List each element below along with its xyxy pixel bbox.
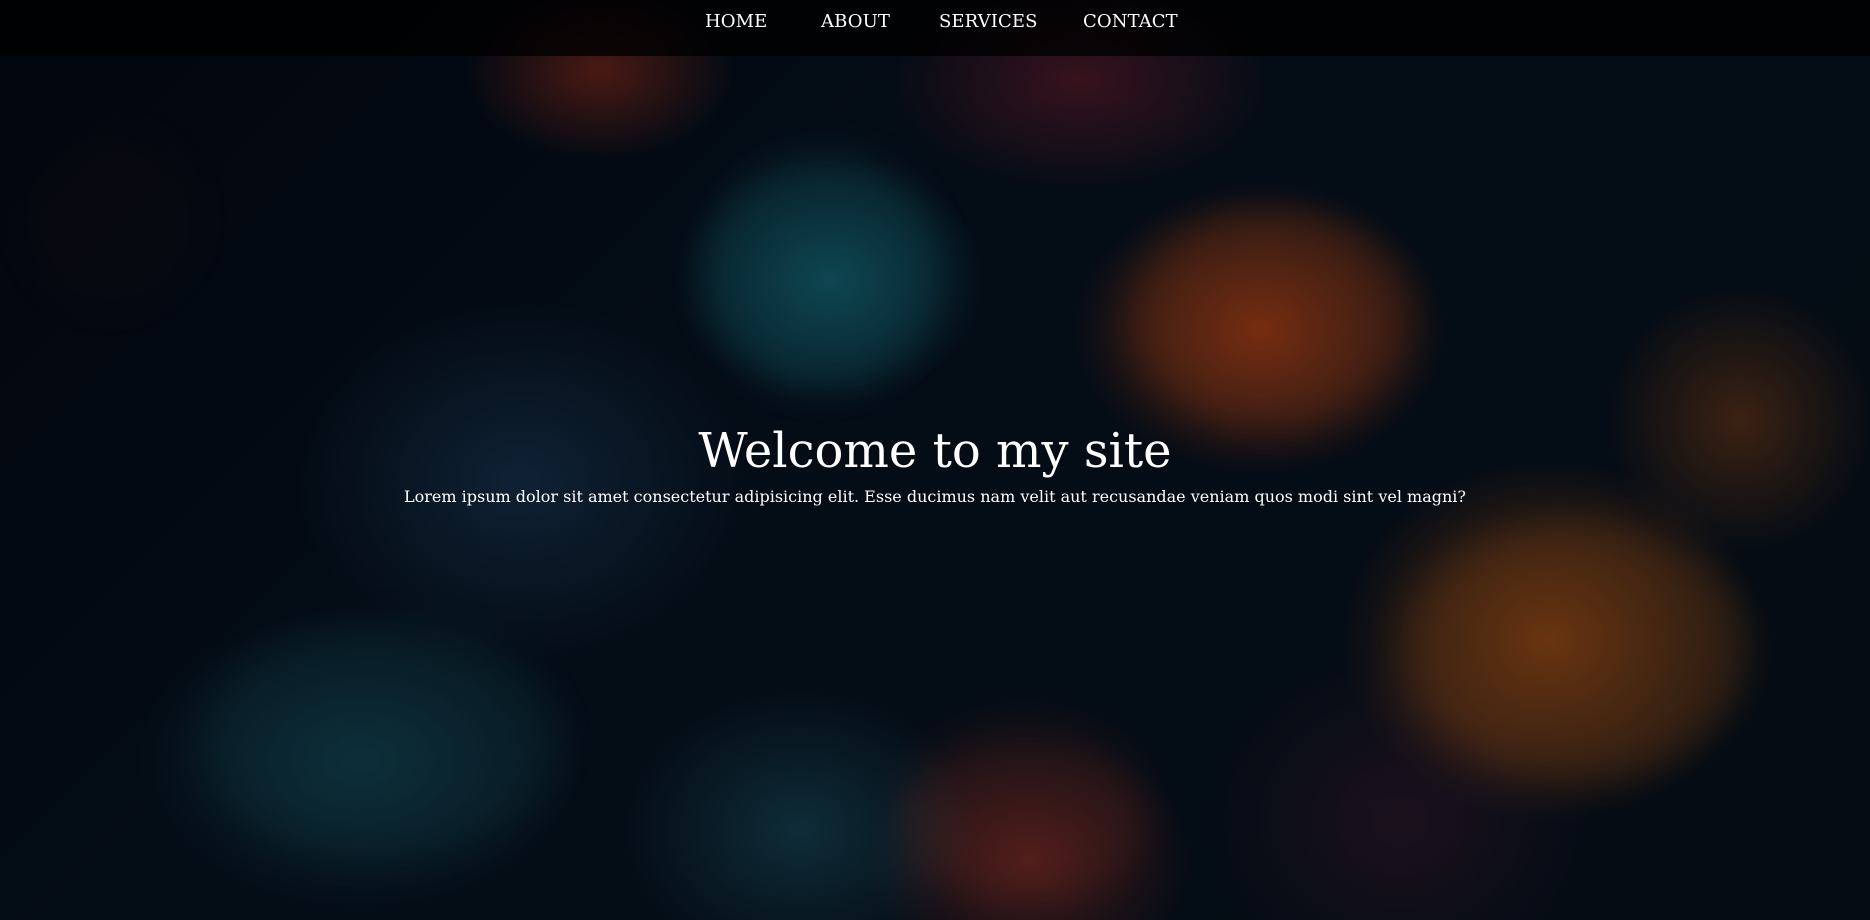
background-smoke-amber	[1400, 520, 1750, 780]
nav-about-link[interactable]: ABOUT	[821, 11, 890, 33]
background-smoke-blue	[200, 620, 560, 860]
background-smoke-dark-red	[20, 130, 200, 310]
nav-home-link[interactable]: HOME	[705, 11, 767, 33]
hero-description: Lorem ipsum dolor sit amet consectetur a…	[404, 487, 1466, 506]
background-smoke-red	[900, 720, 1150, 900]
page-title: Welcome to my site	[698, 423, 1172, 479]
background-smoke-teal	[700, 150, 940, 390]
nav-contact-link[interactable]: CONTACT	[1083, 11, 1178, 33]
main-navigation: HOME ABOUT SERVICES CONTACT	[0, 0, 1870, 44]
hero-section: HOME ABOUT SERVICES CONTACT Welcome to m…	[0, 0, 1870, 920]
nav-services-link[interactable]: SERVICES	[939, 11, 1038, 33]
background-smoke-orange	[1130, 210, 1410, 430]
